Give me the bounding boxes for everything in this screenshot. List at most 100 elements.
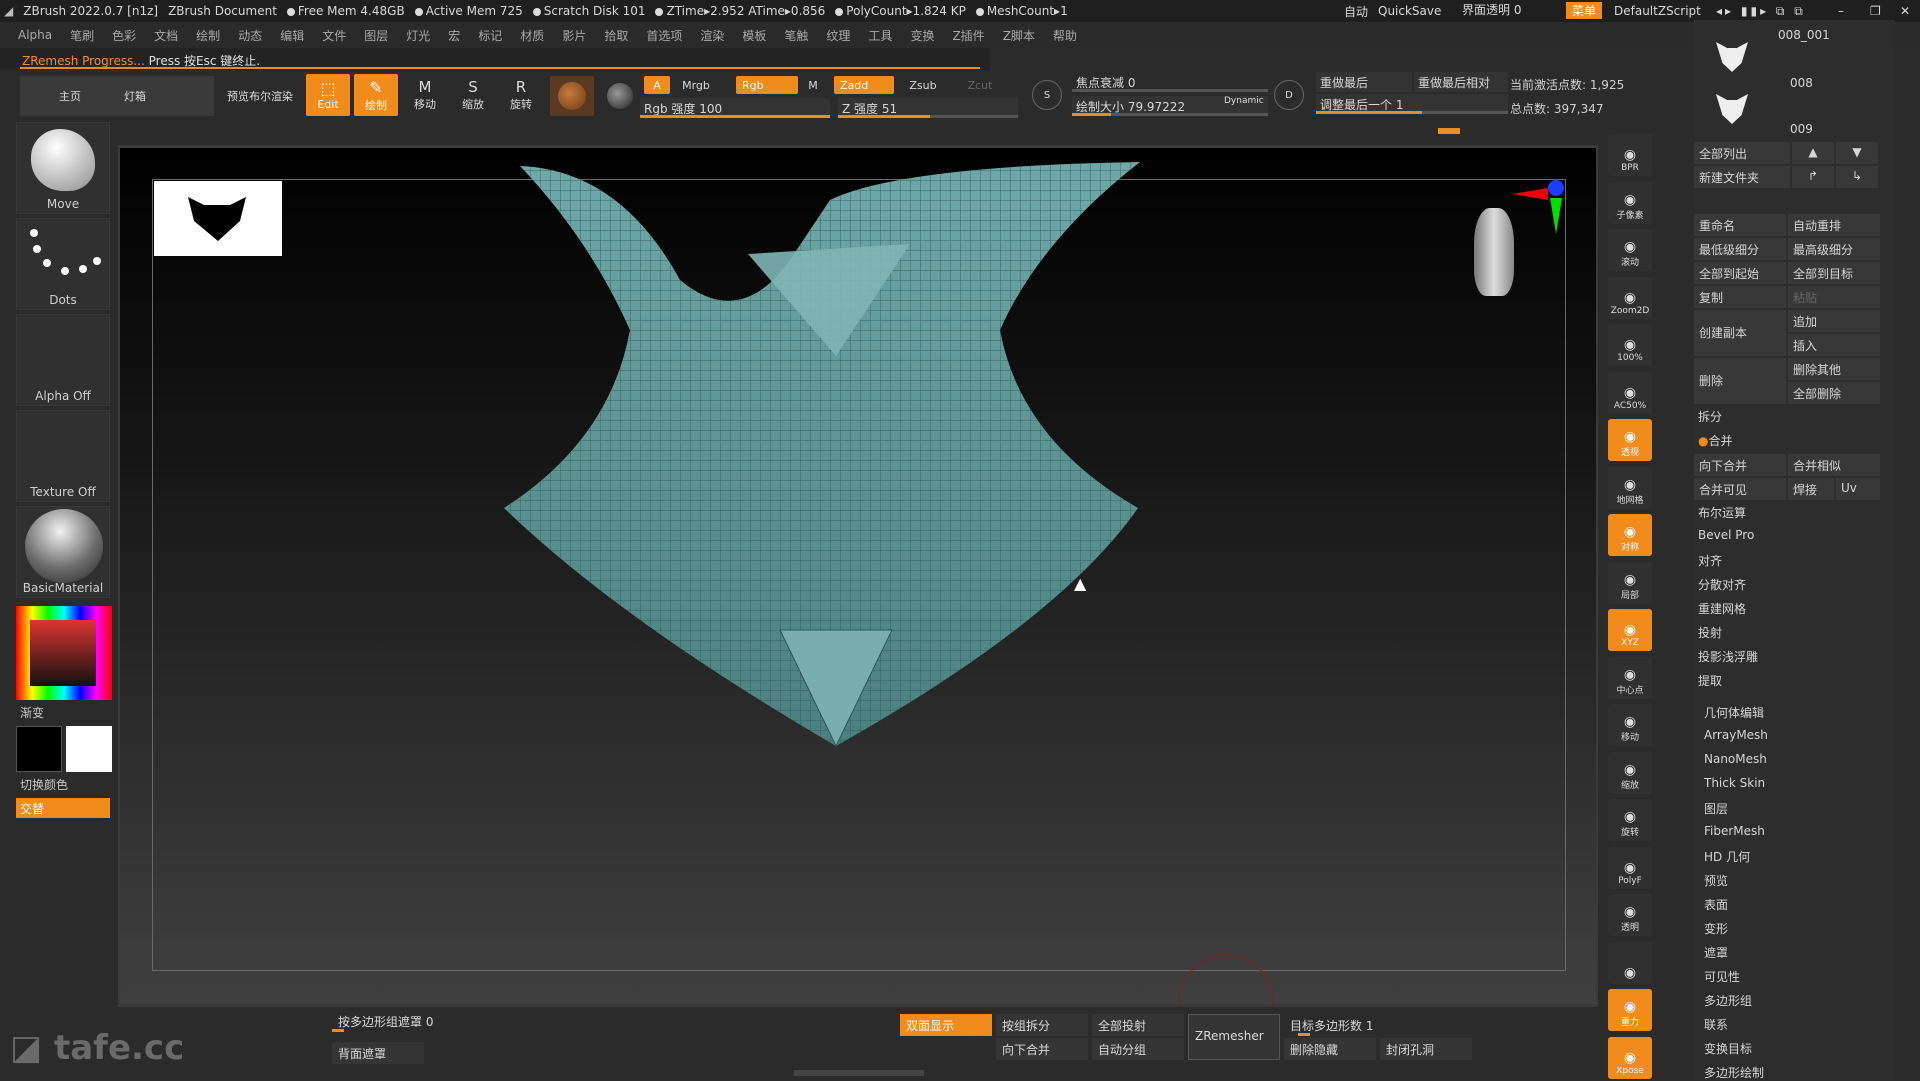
stroke-dots[interactable]: Dots [16, 218, 110, 310]
tool-menu-item[interactable]: Thick Skin [1704, 776, 1765, 790]
menu-item[interactable]: 材质 [520, 27, 544, 44]
subtool-name-2[interactable]: 008 [1790, 76, 1813, 90]
color-square[interactable] [30, 620, 96, 686]
project-menu[interactable]: 投射 [1698, 624, 1722, 641]
align-menu[interactable]: 对齐 [1698, 552, 1722, 569]
color-sphere-button[interactable] [600, 76, 640, 116]
new-folder-button[interactable]: 新建文件夹 [1694, 166, 1790, 188]
move-up-icon[interactable]: ↱ [1792, 166, 1834, 188]
home-button[interactable]: 主页 [20, 76, 120, 116]
merge-down-button[interactable]: 向下合并 [1694, 454, 1786, 476]
tool-menu-item[interactable]: NanoMesh [1704, 752, 1767, 766]
bottom-scroll-handle[interactable] [794, 1070, 924, 1076]
draw-button[interactable]: ✎ 绘制 [354, 74, 398, 116]
menu-item[interactable]: Alpha [18, 28, 52, 42]
mrgb-toggle[interactable]: Mrgb [674, 76, 718, 94]
material-sphere-button[interactable] [550, 76, 594, 116]
brush-move[interactable]: Move [16, 122, 110, 214]
merge-visible-button[interactable]: 合并可见 [1694, 478, 1786, 500]
arrow-up-icon[interactable]: ▲ [1792, 142, 1834, 164]
alpha-off[interactable]: Alpha Off [16, 314, 110, 406]
edit-button[interactable]: ⬚ Edit [306, 74, 350, 116]
tool-menu-item[interactable]: FiberMesh [1704, 824, 1765, 838]
delete-all-button[interactable]: 全部删除 [1788, 382, 1880, 404]
lowest-subdiv-button[interactable]: 最低级细分 [1694, 238, 1786, 260]
axis-gizmo-icon[interactable] [1512, 180, 1564, 240]
group-split-button[interactable]: 按组拆分 [996, 1014, 1088, 1036]
view-tool-button[interactable]: ◉ 滚动 [1608, 229, 1652, 271]
view-tool-button[interactable]: ◉ BPR [1608, 134, 1652, 176]
close-icon[interactable]: ✕ [1900, 4, 1910, 18]
rgb-toggle[interactable]: Rgb [736, 76, 798, 94]
all-to-target-button[interactable]: 全部到目标 [1788, 262, 1880, 284]
merge-menu[interactable]: ●合并 [1698, 432, 1733, 449]
arrow-down-icon[interactable]: ▼ [1836, 142, 1878, 164]
menu-item[interactable]: 渲染 [700, 27, 724, 44]
insert-button[interactable]: 插入 [1788, 334, 1880, 356]
focal-shift-icon[interactable]: S [1032, 80, 1062, 110]
tool-menu-item[interactable]: 变换目标 [1704, 1040, 1752, 1057]
backface-mask-button[interactable]: 背面遮罩 [332, 1042, 424, 1064]
view-tool-button[interactable]: ◉ 透视 [1608, 419, 1652, 461]
view-tool-button[interactable]: ◉ 移动 [1608, 704, 1652, 746]
double-sided-button[interactable]: 双面显示 [900, 1014, 992, 1036]
tool-menu-item[interactable]: 遮罩 [1704, 944, 1728, 961]
secondary-color-swatch[interactable] [66, 726, 112, 772]
weld-toggle[interactable]: 焊接 [1788, 478, 1834, 500]
project-bas-relief-menu[interactable]: 投影浅浮雕 [1698, 648, 1758, 665]
append-button[interactable]: 追加 [1788, 310, 1880, 332]
subtool-thumb-1[interactable] [1716, 42, 1748, 72]
bevel-pro-menu[interactable]: Bevel Pro [1698, 528, 1754, 542]
scale-button[interactable]: S 缩放 [452, 74, 494, 116]
tool-menu-item[interactable]: 多边形绘制 [1704, 1064, 1764, 1081]
menu-item[interactable]: 变换 [910, 27, 934, 44]
m-toggle[interactable]: M [802, 76, 824, 94]
highest-subdiv-button[interactable]: 最高级细分 [1788, 238, 1880, 260]
close-holes-button[interactable]: 封闭孔洞 [1380, 1038, 1472, 1060]
alternate-button[interactable]: 交替 [16, 798, 110, 818]
zcut-toggle[interactable]: Zcut [960, 76, 1000, 94]
transparency-slider[interactable]: 界面透明 0 [1462, 1, 1521, 18]
view-tool-button[interactable]: ◉ 子像素 [1608, 181, 1652, 224]
view-tool-button[interactable]: ◉ 透明 [1608, 894, 1652, 936]
view-tool-button[interactable]: ◉ PolyF [1608, 846, 1652, 889]
paste-button[interactable]: 粘贴 [1788, 286, 1880, 308]
merge-similar-button[interactable]: 合并相似 [1788, 454, 1880, 476]
menu-item[interactable]: 图层 [364, 27, 388, 44]
menu-item[interactable]: 文件 [322, 27, 346, 44]
delete-other-button[interactable]: 删除其他 [1788, 358, 1880, 380]
distribute-menu[interactable]: 分散对齐 [1698, 576, 1746, 593]
move-button[interactable]: M 移动 [404, 74, 446, 116]
view-tool-button[interactable]: ◉ 地网格 [1608, 466, 1652, 509]
delete-button[interactable]: 删除 [1694, 358, 1786, 404]
view-tool-button[interactable]: ◉ 对称 [1608, 514, 1652, 556]
redo-last-button[interactable]: 重做最后 [1316, 72, 1412, 92]
menu-item[interactable]: 影片 [562, 27, 586, 44]
all-to-start-button[interactable]: 全部到起始 [1694, 262, 1786, 284]
menu-item[interactable]: 动态 [238, 27, 262, 44]
tool-menu-item[interactable]: HD 几何 [1704, 848, 1750, 865]
menu-item[interactable]: 纹理 [826, 27, 850, 44]
rotate-button[interactable]: R 旋转 [500, 74, 542, 116]
preview-boolean-button[interactable]: 预览布尔渲染 [210, 76, 310, 116]
view-tool-button[interactable]: ◉ 旋转 [1608, 799, 1652, 841]
menu-item[interactable]: 编辑 [280, 27, 304, 44]
mesh-model[interactable] [500, 160, 1160, 750]
redo-last-relative-button[interactable]: 重做最后相对 [1414, 72, 1508, 92]
auto-group-button[interactable]: 自动分组 [1092, 1038, 1184, 1060]
tool-menu-item[interactable]: 预览 [1704, 872, 1728, 889]
restore-icon[interactable]: ❐ [1870, 4, 1881, 18]
duplicate-button[interactable]: 复制 [1694, 286, 1786, 308]
view-tool-button[interactable]: ◉ 缩放 [1608, 751, 1652, 794]
menu-item[interactable]: 灯光 [406, 27, 430, 44]
layout-icons[interactable]: ◂▸ ▮▮▸ ⧉ ⧉ [1716, 4, 1806, 19]
project-all-button[interactable]: 全部投射 [1092, 1014, 1184, 1036]
subtool-name-1[interactable]: 008_001 [1778, 28, 1830, 42]
polygroup-mask-slider[interactable]: 按多边形组遮罩 0 [332, 1010, 512, 1032]
menu-button[interactable]: 菜单 [1566, 2, 1603, 19]
zadd-toggle[interactable]: Zadd [834, 76, 894, 94]
subtool-thumb-2[interactable] [1716, 94, 1748, 124]
menu-item[interactable]: 色彩 [112, 27, 136, 44]
menu-item[interactable]: 工具 [868, 27, 892, 44]
z-intensity-slider[interactable]: Z 强度 51 [838, 98, 1018, 118]
